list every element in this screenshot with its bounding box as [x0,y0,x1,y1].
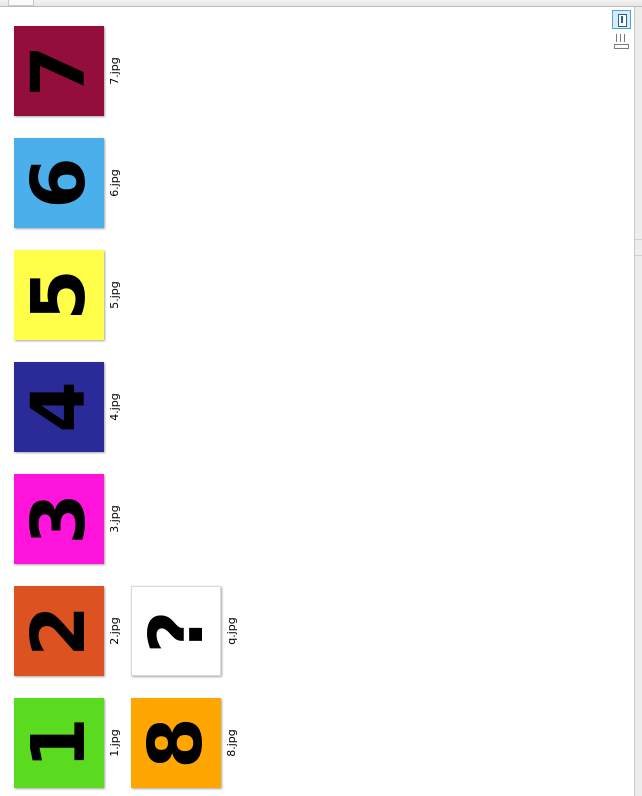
file-name[interactable]: 8.jpg [225,713,239,773]
scrollbar-track[interactable] [634,7,642,796]
thumbnail-digit: 7 [16,45,102,97]
thumbnail[interactable]: 2 [14,586,104,676]
file-name[interactable]: 5.jpg [108,265,122,325]
file-name[interactable]: 7.jpg [108,41,122,101]
list-view-icon [616,34,617,42]
file-name[interactable]: 1.jpg [108,713,122,773]
list-view-icon [620,34,621,42]
thumbnail[interactable]: 1 [14,698,104,788]
file-item-5[interactable]: 5 5.jpg [14,250,124,342]
thumbnail-digit: 8 [133,717,219,769]
thumbnail-digit: ? [134,610,220,654]
thumbnail-digit: 5 [16,269,102,321]
file-item-7[interactable]: 7 7.jpg [14,26,124,118]
file-name[interactable]: 2.jpg [108,601,122,661]
thumbnail-digit: 1 [16,717,102,769]
window-top-border [0,0,642,7]
top-tab[interactable] [8,0,34,6]
thumbnail[interactable]: 6 [14,138,104,228]
file-name[interactable]: 6.jpg [108,153,122,213]
file-browser-window: 7 7.jpg 6 6.jpg 5 5.jpg 4 4.jpg 3 3.jpg … [0,0,642,796]
file-item-3[interactable]: 3 3.jpg [14,474,124,566]
file-item-8[interactable]: 8 8.jpg [131,698,241,790]
list-view-icon [624,34,625,42]
list-view-button[interactable] [614,33,629,50]
file-name[interactable]: 3.jpg [108,489,122,549]
file-item-4[interactable]: 4 4.jpg [14,362,124,454]
scrollbar-grip[interactable] [635,239,642,256]
file-item-6[interactable]: 6 6.jpg [14,138,124,230]
thumbnail-digit: 2 [16,605,102,657]
thumbnail[interactable]: 5 [14,250,104,340]
thumbnail-view-icon [618,14,627,27]
thumbnail[interactable]: 3 [14,474,104,564]
file-item-1[interactable]: 1 1.jpg [14,698,124,790]
thumbnail[interactable]: 7 [14,26,104,116]
thumbnail-digit: 4 [16,381,102,433]
file-name[interactable]: 4.jpg [108,377,122,437]
thumbnail[interactable]: 4 [14,362,104,452]
thumbnail-view-button[interactable] [612,10,631,29]
list-view-icon [614,44,629,49]
thumbnail[interactable]: 8 [131,698,221,788]
file-item-q[interactable]: ? q.jpg [131,586,241,678]
file-item-2[interactable]: 2 2.jpg [14,586,124,678]
thumbnail-digit: 6 [16,157,102,209]
thumbnail[interactable]: ? [131,586,221,676]
thumbnail-digit: 3 [16,493,102,545]
file-name[interactable]: q.jpg [225,601,239,661]
